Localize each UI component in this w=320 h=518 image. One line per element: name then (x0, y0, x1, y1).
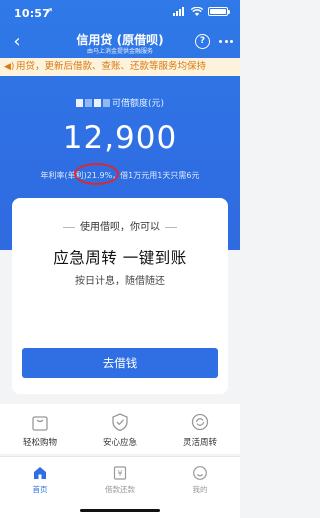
borrow-button[interactable]: 去借钱 (22, 348, 218, 378)
bill-icon: ¥ (113, 466, 127, 480)
feature-shopping[interactable]: 轻松购物 (0, 412, 80, 448)
card-subtitle: 使用借呗，你可以 (12, 218, 228, 233)
wifi-icon (191, 7, 203, 16)
feature-label: 灵活周转 (182, 438, 217, 448)
home-icon (34, 467, 46, 479)
interest-rate-text: 年利率(单利)21.9%，借1万元用1天只需6元 (40, 171, 200, 180)
credit-limit-label: 可借额度(元) (0, 96, 240, 109)
location-arrow-icon: ➚ (45, 6, 54, 17)
credit-limit-amount: 12,900 (62, 120, 178, 156)
nav-bar: ‹ 信用贷 (原借呗) 由马上消金提供金融服务 ? (0, 28, 240, 58)
feature-turnover[interactable]: 灵活周转 (160, 412, 240, 448)
tab-loan-repay[interactable]: ¥ 借款还款 (80, 465, 160, 495)
credit-limit-label-text: 可借额度(元) (111, 99, 165, 109)
notice-bar[interactable]: ◀) 用贷，更新后借款、查账、还款等服务均保持 (0, 58, 240, 76)
tab-label: 首页 (32, 485, 48, 494)
masked-text (93, 99, 101, 107)
masked-text (75, 99, 83, 107)
card-description: 按日计息，随借随还 (75, 276, 165, 287)
feature-emergency[interactable]: 安心应急 (80, 412, 160, 448)
tab-mine[interactable]: 我的 (160, 465, 240, 495)
feature-label: 安心应急 (102, 438, 137, 448)
tab-home[interactable]: 首页 (0, 465, 80, 495)
speaker-icon: ◀) (4, 62, 15, 72)
signal-icon (173, 7, 186, 16)
card-title: 应急周转 一键到账 (53, 249, 187, 267)
battery-icon (208, 7, 230, 16)
masked-text (84, 99, 92, 107)
help-icon[interactable]: ? (195, 34, 210, 49)
feature-row: 轻松购物 安心应急 灵活周转 (0, 404, 240, 454)
tab-label: 借款还款 (105, 485, 135, 494)
shopping-bag-icon (32, 416, 48, 431)
svg-text:¥: ¥ (117, 469, 122, 478)
tab-bar: 首页 ¥ 借款还款 我的 (0, 456, 240, 518)
home-indicator (80, 509, 160, 512)
shield-icon (112, 413, 128, 432)
more-icon[interactable] (218, 34, 234, 50)
annotation-circle (74, 163, 119, 185)
refresh-icon (191, 413, 209, 431)
user-icon (193, 466, 207, 480)
status-icons (173, 7, 230, 16)
masked-text (102, 99, 110, 107)
loan-card: 使用借呗，你可以 应急周转 一键到账 按日计息，随借随还 去借钱 (12, 198, 228, 394)
tab-label: 我的 (192, 485, 208, 494)
status-bar: 10:57 ➚ (0, 0, 240, 28)
notice-text: 用贷，更新后借款、查账、还款等服务均保持 (16, 61, 207, 72)
feature-label: 轻松购物 (22, 438, 57, 448)
